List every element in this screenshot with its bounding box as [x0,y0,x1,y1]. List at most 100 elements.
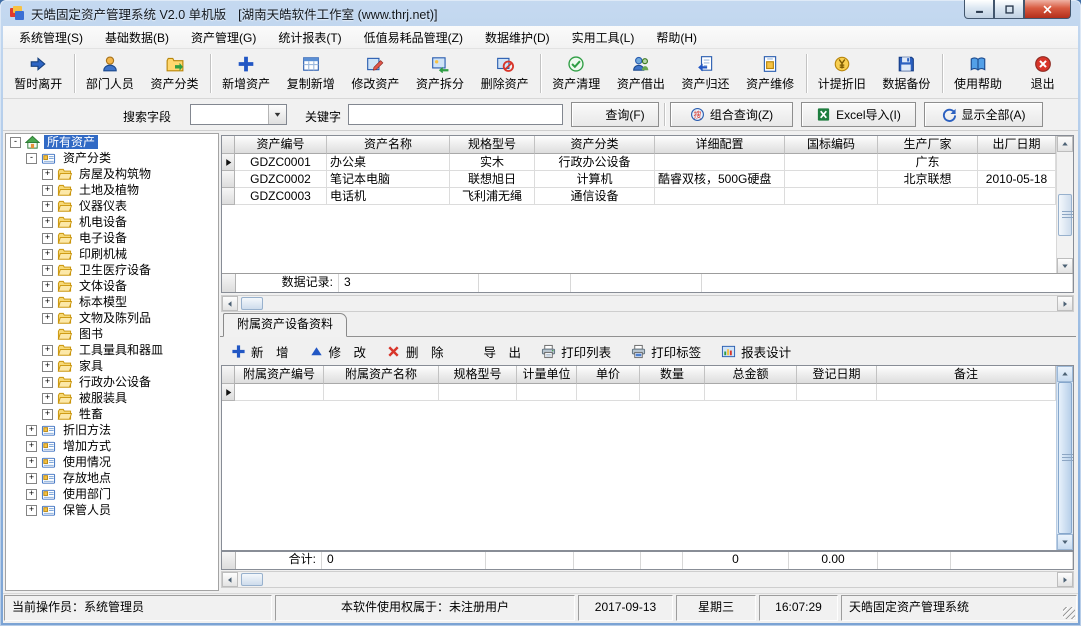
expand-icon[interactable]: + [42,312,53,324]
tree-item-8[interactable]: + 卫生医疗设备 [6,262,218,278]
tree-item-19[interactable]: + 增加方式 [6,438,218,454]
scroll-up-button[interactable] [1057,136,1073,152]
toolbar-button-clean[interactable]: 资产清理 [544,50,609,97]
column-header-4[interactable]: 计量单位 [517,366,577,384]
excel-import-button[interactable]: Excel导入(I) [801,102,916,127]
tree-item-0[interactable]: - 所有资产 [6,134,218,150]
query-button[interactable]: 查询(F) [571,102,659,127]
column-header-4[interactable]: 资产分类 [535,136,655,154]
column-header-7[interactable]: 生产厂家 [878,136,978,154]
tree-item-21[interactable]: + 存放地点 [6,470,218,486]
column-header-2[interactable]: 资产名称 [327,136,450,154]
expand-icon[interactable]: + [42,232,53,244]
toolbar-button-copy-add[interactable]: 复制新增 [279,50,344,97]
tree-item-label[interactable]: 被服装具 [76,391,130,405]
expand-icon[interactable]: + [26,440,37,452]
tree-item-label[interactable]: 机电设备 [76,215,130,229]
column-header-3[interactable]: 规格型号 [439,366,517,384]
toolbar-button-edit[interactable]: 修改资产 [343,50,408,97]
tree-item-label[interactable]: 标本模型 [76,295,130,309]
tab-attached-assets[interactable]: 附属资产设备资料 [223,313,348,337]
expand-icon[interactable]: + [42,296,53,308]
subtoolbar-button-print-label[interactable]: 打印标签 [624,339,708,364]
expand-icon[interactable]: + [42,280,53,292]
expand-icon[interactable]: + [42,216,53,228]
scroll-thumb[interactable] [241,573,263,586]
scroll-thumb[interactable] [1058,194,1073,236]
tree-item-label[interactable]: 图书 [76,327,106,341]
collapse-icon[interactable]: - [10,136,21,148]
maximize-button[interactable] [994,0,1024,19]
tree-item-17[interactable]: + 牲畜 [6,406,218,422]
tree-item-12[interactable]: 图书 [6,326,218,342]
toolbar-button-people[interactable]: 部门人员 [78,50,143,97]
scroll-down-button[interactable] [1057,258,1073,274]
menu-item-7[interactable]: 实用工具(L) [561,26,646,49]
tree-item-label[interactable]: 土地及植物 [76,183,142,197]
minimize-button[interactable] [964,0,994,19]
tree-item-label[interactable]: 保管人员 [60,503,114,517]
menu-item-1[interactable]: 系统管理(S) [8,26,94,49]
tree-item-label[interactable]: 仪器仪表 [76,199,130,213]
resize-grip[interactable] [1063,607,1075,619]
tree-item-label[interactable]: 印刷机械 [76,247,130,261]
tree-item-label[interactable]: 卫生医疗设备 [76,263,154,277]
tree-item-label[interactable]: 文物及陈列品 [76,311,154,325]
asset-grid-hscrollbar[interactable] [221,295,1074,312]
subtoolbar-button-print[interactable]: 打印列表 [534,339,618,364]
tree-item-22[interactable]: + 使用部门 [6,486,218,502]
scroll-left-button[interactable] [222,572,238,587]
subtoolbar-button-export[interactable]: 导 出 [457,339,529,364]
tree-item-4[interactable]: + 仪器仪表 [6,198,218,214]
toolbar-button-add[interactable]: 新增资产 [214,50,279,97]
close-button[interactable] [1024,0,1071,19]
tree-item-13[interactable]: + 工具量具和器皿 [6,342,218,358]
toolbar-button-repair[interactable]: 资产维修 [738,50,803,97]
attached-grid-hscrollbar[interactable] [221,571,1074,588]
scroll-right-button[interactable] [1057,296,1073,311]
column-header-6[interactable]: 数量 [640,366,705,384]
tree-item-5[interactable]: + 机电设备 [6,214,218,230]
toolbar-button-leave[interactable]: 暂时离开 [6,50,71,97]
combo-query-button[interactable]: 搜 组合查询(Z) [670,102,793,127]
tree-item-16[interactable]: + 被服装具 [6,390,218,406]
tree-item-9[interactable]: + 文体设备 [6,278,218,294]
expand-icon[interactable]: + [42,360,53,372]
expand-icon[interactable]: + [42,168,53,180]
tree-item-3[interactable]: + 土地及植物 [6,182,218,198]
title-bar[interactable]: 天皓固定资产管理系统 V2.0 单机版 [湖南天皓软件工作室 (www.thrj… [0,0,1081,26]
tree-item-18[interactable]: + 折旧方法 [6,422,218,438]
tree-item-label[interactable]: 存放地点 [60,471,114,485]
scroll-right-button[interactable] [1057,572,1073,587]
subtoolbar-button-triangle[interactable]: 修 改 [302,339,374,364]
scroll-down-button[interactable] [1057,534,1073,550]
column-header-7[interactable]: 总金额 [705,366,797,384]
column-header-6[interactable]: 国标编码 [785,136,878,154]
subtoolbar-button-x[interactable]: 删 除 [379,339,451,364]
tree-item-label[interactable]: 使用部门 [60,487,114,501]
scroll-thumb[interactable] [241,297,263,310]
keyword-input[interactable] [348,104,563,125]
expand-icon[interactable]: + [42,408,53,420]
column-header-3[interactable]: 规格型号 [450,136,535,154]
column-header-5[interactable]: 单价 [577,366,640,384]
search-field-select[interactable] [190,104,287,125]
tree-item-label[interactable]: 房屋及构筑物 [76,167,154,181]
expand-icon[interactable]: + [42,264,53,276]
expand-icon[interactable]: + [26,424,37,436]
column-header-1[interactable]: 附属资产编号 [235,366,324,384]
menu-item-2[interactable]: 基础数据(B) [94,26,180,49]
dropdown-button[interactable] [268,105,286,124]
menu-item-6[interactable]: 数据维护(D) [474,26,561,49]
column-header-5[interactable]: 详细配置 [655,136,785,154]
tree-item-15[interactable]: + 行政办公设备 [6,374,218,390]
toolbar-button-help[interactable]: 使用帮助 [946,50,1011,97]
expand-icon[interactable]: + [42,248,53,260]
tree-item-label[interactable]: 增加方式 [60,439,114,453]
tree-item-23[interactable]: + 保管人员 [6,502,218,518]
toolbar-button-split[interactable]: 资产拆分 [408,50,473,97]
tree-item-1[interactable]: - 资产分类 [6,150,218,166]
tree-item-label[interactable]: 行政办公设备 [76,375,154,389]
column-header-8[interactable]: 登记日期 [797,366,877,384]
table-row[interactable]: GDZC0002 笔记本电脑 联想旭日 计算机 酷睿双核，500G硬盘 北京联想 2010-… [222,171,1056,188]
